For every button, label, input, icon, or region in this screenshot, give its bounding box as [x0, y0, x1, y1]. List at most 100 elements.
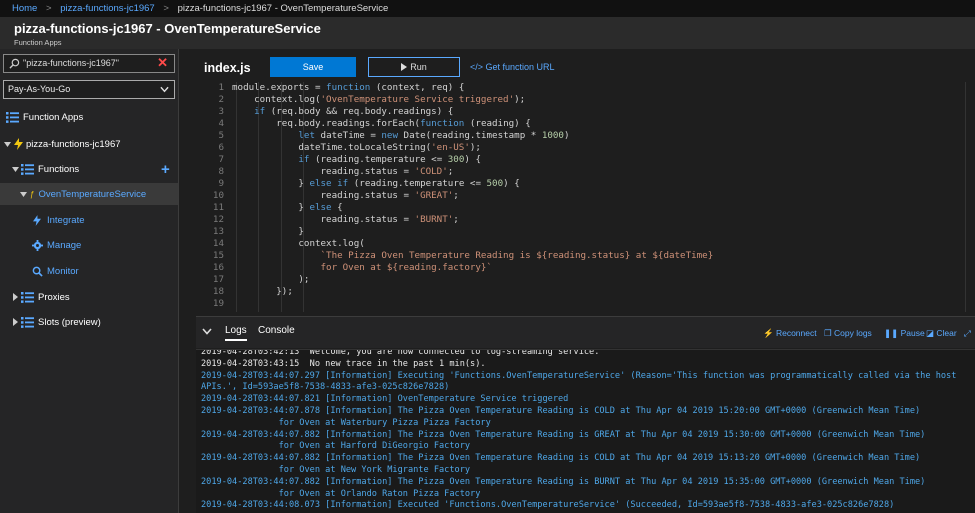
code-text: reading.status = 'COLD'; — [232, 166, 454, 177]
sidebar-item-label: OvenTemperatureService — [38, 188, 147, 200]
list-icon — [21, 316, 34, 328]
search-icon — [32, 266, 43, 277]
log-line: 2019-04-28T03:42:13 Welcome, you are now… — [201, 349, 600, 357]
code-text: } else { — [232, 202, 343, 213]
expand-icon[interactable]: ⤢ — [964, 328, 971, 339]
expand-arrow-icon — [13, 293, 18, 301]
tab-console[interactable]: Console — [258, 325, 295, 336]
line-number: 2 — [218, 94, 224, 105]
log-line: APIs.', Id=593ae5f8-7538-4833-afe3-025c8… — [201, 382, 450, 393]
sidebar-divider — [178, 49, 179, 513]
sidebar-item-label: Monitor — [47, 265, 79, 277]
sidebar-item-label: Integrate — [47, 214, 85, 226]
pause-icon: ❚❚ — [884, 328, 899, 338]
collapse-arrow-icon — [12, 166, 19, 172]
search-value: "pizza-functions-jc1967" — [23, 58, 119, 68]
list-icon — [6, 111, 19, 123]
function-icon: ƒ — [30, 189, 35, 199]
lightning-icon — [33, 214, 41, 226]
breadcrumb-app[interactable]: pizza-functions-jc1967 — [60, 3, 155, 14]
get-function-url-link[interactable]: </> Get function URL — [470, 62, 555, 72]
code-editor[interactable]: 1 module.exports = function (context, req… — [196, 82, 975, 312]
page-header: pizza-functions-jc1967 - OvenTemperature… — [0, 17, 975, 49]
sidebar-item-proxies[interactable]: Proxies — [12, 287, 70, 307]
sidebar-item-label: pizza-functions-jc1967 — [26, 138, 121, 150]
chevron-down-icon[interactable] — [202, 328, 212, 335]
sidebar-item-app[interactable]: pizza-functions-jc1967 — [4, 134, 121, 154]
page-subtitle: Function Apps — [14, 38, 62, 47]
log-line: 2019-04-28T03:44:07.882 [Information] Th… — [201, 429, 926, 440]
log-line: 2019-04-28T03:44:07.878 [Information] Th… — [201, 406, 921, 416]
pause-button[interactable]: ❚❚ Pause — [884, 328, 925, 339]
sidebar-item-label: Function Apps — [23, 111, 84, 123]
log-line: for Oven at Waterbury Pizza Pizza Factor… — [201, 417, 491, 428]
sidebar: "pizza-functions-jc1967" ✕ Pay-As-You-Go… — [0, 49, 178, 513]
tab-logs[interactable]: Logs — [225, 325, 247, 341]
line-number: 13 — [212, 226, 224, 237]
breadcrumb-separator: > — [45, 3, 52, 14]
log-line: 2019-04-28T03:44:07.882 [Information] Th… — [201, 476, 926, 487]
code-text: if (reading.temperature <= 300) { — [298, 154, 481, 165]
code-text: } else if (reading.temperature <= 500) { — [232, 178, 520, 189]
sidebar-item-monitor[interactable]: Monitor — [32, 261, 79, 281]
code-editor-panel: index.js Save Run </> Get function URL 1… — [196, 49, 975, 316]
sidebar-item-function-apps[interactable]: Function Apps — [6, 107, 83, 127]
code-text: }); — [232, 286, 293, 297]
add-function-button[interactable]: + — [161, 159, 170, 179]
save-button[interactable]: Save — [270, 57, 356, 77]
sidebar-item-slots[interactable]: Slots (preview) — [12, 312, 101, 332]
sidebar-item-manage[interactable]: Manage — [32, 235, 81, 255]
code-text: } — [232, 226, 304, 237]
clear-icon: ◪ — [926, 328, 935, 338]
pause-label: Pause — [900, 328, 925, 338]
code-text: req.body.readings.forEach(function (read… — [232, 118, 531, 129]
copy-icon: ❐ — [824, 328, 832, 338]
collapse-arrow-icon — [4, 141, 11, 147]
sidebar-item-label: Manage — [47, 239, 82, 251]
code-text: `The Pizza Oven Temperature Reading is $… — [320, 250, 714, 261]
line-number: 11 — [212, 202, 224, 213]
line-number: 6 — [218, 142, 224, 153]
log-line: 2019-04-28T03:44:07.882 [Information] Th… — [201, 453, 921, 464]
list-icon — [21, 291, 34, 303]
copy-logs-label: Copy logs — [834, 328, 872, 338]
code-text: reading.status = 'GREAT'; — [232, 190, 459, 201]
run-button[interactable]: Run — [368, 57, 460, 77]
breadcrumb-home[interactable]: Home — [12, 3, 37, 14]
log-line: 2019-04-28T03:44:08.073 [Information] Ex… — [201, 500, 895, 511]
line-number: 17 — [212, 274, 224, 285]
line-number: 1 — [218, 82, 224, 93]
copy-logs-button[interactable]: ❐ Copy logs — [824, 328, 872, 339]
clear-icon[interactable]: ✕ — [157, 55, 168, 71]
log-line: for Oven at Orlando Raton Pizza Factory — [201, 488, 481, 499]
code-text: reading.status = 'BURNT'; — [232, 214, 459, 225]
search-input[interactable]: "pizza-functions-jc1967" ✕ — [3, 54, 175, 73]
log-line: for Oven at Harford DiGeorgio Factory — [201, 441, 471, 452]
play-icon — [401, 63, 408, 71]
plug-icon: ⚡ — [763, 328, 774, 338]
log-line: 2019-04-28T03:44:07.821 [Information] Ov… — [201, 394, 569, 405]
line-number: 10 — [212, 190, 224, 201]
subscription-select[interactable]: Pay-As-You-Go — [3, 80, 175, 99]
clear-label: Clear — [936, 328, 957, 338]
file-title: index.js — [204, 61, 251, 75]
sidebar-item-label: Proxies — [38, 291, 70, 303]
sidebar-item-functions[interactable]: Functions — [12, 159, 79, 179]
code-text: context.log( — [232, 238, 365, 249]
line-number: 8 — [218, 166, 224, 177]
subscription-value: Pay-As-You-Go — [8, 84, 71, 94]
search-icon — [9, 58, 20, 69]
line-number: 7 — [218, 154, 224, 165]
log-output[interactable]: 2019-04-28T03:42:13 Welcome, you are now… — [196, 349, 975, 513]
code-text: ); — [232, 274, 310, 285]
logs-toolbar: Logs Console ⚡ Reconnect ❐ Copy logs ❚❚ … — [196, 316, 975, 348]
breadcrumb-current: pizza-functions-jc1967 - OvenTemperature… — [177, 3, 389, 14]
reconnect-button[interactable]: ⚡ Reconnect — [763, 328, 817, 339]
sidebar-item-integrate[interactable]: Integrate — [33, 210, 85, 230]
breadcrumb: Home > pizza-functions-jc1967 > pizza-fu… — [0, 0, 975, 17]
expand-arrow-icon — [13, 318, 18, 326]
sidebar-item-label: Slots (preview) — [38, 316, 101, 328]
sidebar-item-oventemperatureservice[interactable]: ƒ OvenTemperatureService — [20, 184, 146, 204]
clear-button[interactable]: ◪ Clear — [926, 328, 957, 339]
editor-scrollbar[interactable] — [965, 82, 975, 312]
